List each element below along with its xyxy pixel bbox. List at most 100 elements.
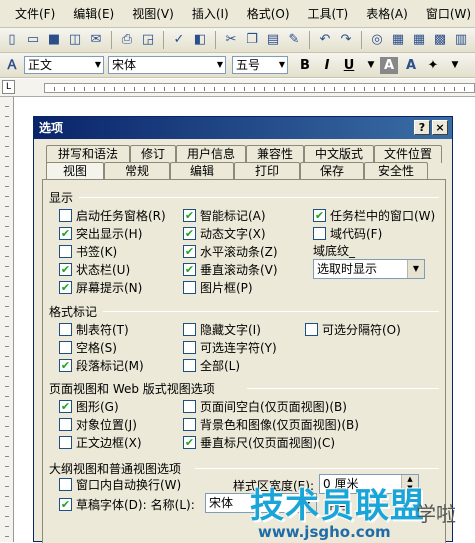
checkbox[interactable]: ✔ <box>183 209 196 222</box>
dialog-title-bar[interactable]: 选项 ? × <box>34 117 452 139</box>
checkbox[interactable] <box>183 418 196 431</box>
font-size-combo[interactable]: 五号 ▼ <box>232 56 288 74</box>
checkbox[interactable] <box>183 323 196 336</box>
checkbox[interactable] <box>305 323 318 336</box>
tab-view[interactable]: 视图 <box>46 162 104 180</box>
char-border-icon[interactable]: A <box>380 57 398 74</box>
menu-table[interactable]: 表格(A) <box>357 5 417 22</box>
option-tab-characters[interactable]: 制表符(T) <box>59 321 129 338</box>
option-text-boundaries[interactable]: 正文边框(X) <box>59 434 142 451</box>
chevron-down-icon[interactable]: ▼ <box>446 57 464 74</box>
help-button[interactable]: ? <box>414 120 430 135</box>
print-preview-icon[interactable]: ◲ <box>140 32 156 48</box>
menu-window[interactable]: 窗口(W) <box>417 5 475 22</box>
open-folder-icon[interactable]: ▭ <box>25 32 41 48</box>
checkbox[interactable]: ✔ <box>183 227 196 240</box>
checkbox[interactable] <box>59 245 72 258</box>
option-background-colors[interactable]: 背景色和图像(仅页面视图)(B) <box>183 416 359 433</box>
format-painter-icon[interactable]: ✎ <box>286 32 302 48</box>
option-spaces[interactable]: 空格(S) <box>59 339 117 356</box>
permission-icon[interactable]: ◫ <box>67 32 83 48</box>
option-all-marks[interactable]: 全部(L) <box>183 357 240 374</box>
tab-user-info[interactable]: 用户信息 <box>176 145 246 163</box>
option-windows-in-taskbar[interactable]: ✔ 任务栏中的窗口(W) <box>313 207 435 224</box>
option-optional-breaks[interactable]: 可选分隔符(O) <box>305 321 401 338</box>
redo-icon[interactable]: ↷ <box>338 32 354 48</box>
checkbox[interactable] <box>313 227 326 240</box>
checkbox[interactable]: ✔ <box>183 245 196 258</box>
tab-track-changes[interactable]: 修订 <box>130 145 176 163</box>
checkbox[interactable] <box>183 400 196 413</box>
option-drawings[interactable]: ✔ 图形(G) <box>59 398 119 415</box>
insert-excel-icon[interactable]: ▩ <box>432 32 448 48</box>
tab-security[interactable]: 安全性 <box>364 162 428 180</box>
option-status-bar[interactable]: ✔ 状态栏(U) <box>59 261 130 278</box>
checkbox[interactable]: ✔ <box>59 359 72 372</box>
option-hidden-text[interactable]: 隐藏文字(I) <box>183 321 261 338</box>
checkbox[interactable] <box>59 418 72 431</box>
insert-table-icon[interactable]: ▦ <box>411 32 427 48</box>
option-object-anchors[interactable]: 对象位置(J) <box>59 416 137 433</box>
menu-insert[interactable]: 插入(I) <box>183 5 238 22</box>
menu-tools[interactable]: 工具(T) <box>299 5 358 22</box>
tab-general[interactable]: 常规 <box>104 162 170 180</box>
checkbox[interactable] <box>183 341 196 354</box>
option-screentips[interactable]: ✔ 屏幕提示(N) <box>59 279 142 296</box>
checkbox[interactable]: ✔ <box>183 436 196 449</box>
option-vertical-scrollbar[interactable]: ✔ 垂直滚动条(V) <box>183 261 278 278</box>
tab-asian-typography[interactable]: 中文版式 <box>304 145 374 163</box>
option-startup-task-pane[interactable]: 启动任务窗格(R) <box>59 207 166 224</box>
option-draft-font[interactable]: ✔ 草稿字体(D): 名称(L): <box>59 496 195 513</box>
vertical-ruler[interactable] <box>0 97 14 542</box>
checkbox[interactable] <box>59 478 72 491</box>
print-icon[interactable]: ⎙ <box>119 32 135 48</box>
tab-compatibility[interactable]: 兼容性 <box>246 145 304 163</box>
checkbox[interactable] <box>59 341 72 354</box>
new-document-icon[interactable]: ▯ <box>4 32 20 48</box>
checkbox[interactable]: ✔ <box>59 498 72 511</box>
email-icon[interactable]: ✉ <box>88 32 104 48</box>
option-wrap-to-window[interactable]: 窗口内自动换行(W) <box>59 476 181 493</box>
checkbox[interactable]: ✔ <box>59 281 72 294</box>
checkbox[interactable]: ✔ <box>183 263 196 276</box>
char-shading-icon[interactable]: A <box>402 57 420 74</box>
tables-borders-icon[interactable]: ▦ <box>390 32 406 48</box>
option-optional-hyphens[interactable]: 可选连字符(Y) <box>183 339 277 356</box>
styles-pane-icon[interactable]: Ａ <box>3 57 21 74</box>
underline-button[interactable]: U <box>340 57 358 74</box>
menu-format[interactable]: 格式(O) <box>238 5 299 22</box>
menu-file[interactable]: 文件(F) <box>6 5 64 22</box>
menu-edit[interactable]: 编辑(E) <box>64 5 123 22</box>
option-paragraph-marks[interactable]: ✔ 段落标记(M) <box>59 357 144 374</box>
checkbox[interactable]: ✔ <box>59 263 72 276</box>
close-button[interactable]: × <box>432 120 448 135</box>
spelling-icon[interactable]: ✓ <box>171 32 187 48</box>
columns-icon[interactable]: ▥ <box>453 32 469 48</box>
checkbox[interactable] <box>59 323 72 336</box>
hyperlink-icon[interactable]: ◎ <box>369 32 385 48</box>
option-bookmarks[interactable]: 书签(K) <box>59 243 117 260</box>
option-horizontal-scrollbar[interactable]: ✔ 水平滚动条(Z) <box>183 243 278 260</box>
font-combo[interactable]: 宋体 ▼ <box>108 56 226 74</box>
paste-icon[interactable]: ▤ <box>265 32 281 48</box>
chevron-down-icon[interactable]: ▼ <box>407 260 424 278</box>
copy-icon[interactable]: ❐ <box>244 32 260 48</box>
undo-icon[interactable]: ↶ <box>317 32 333 48</box>
option-picture-placeholders[interactable]: 图片框(P) <box>183 279 253 296</box>
tab-save[interactable]: 保存 <box>300 162 364 180</box>
option-white-space-between-pages[interactable]: 页面间空白(仅页面视图)(B) <box>183 398 347 415</box>
checkbox[interactable] <box>183 359 196 372</box>
checkbox[interactable]: ✔ <box>59 227 72 240</box>
chevron-down-icon[interactable]: ▼ <box>362 57 380 74</box>
italic-button[interactable]: I <box>318 57 336 74</box>
horizontal-ruler[interactable]: L <box>0 79 475 97</box>
option-highlight[interactable]: ✔ 突出显示(H) <box>59 225 142 242</box>
checkbox[interactable] <box>59 436 72 449</box>
tab-file-locations[interactable]: 文件位置 <box>374 145 442 163</box>
checkbox[interactable] <box>183 281 196 294</box>
save-icon[interactable]: ■ <box>46 32 62 48</box>
cut-icon[interactable]: ✂ <box>223 32 239 48</box>
tab-print[interactable]: 打印 <box>234 162 300 180</box>
bold-button[interactable]: B <box>296 57 314 74</box>
option-vertical-ruler[interactable]: ✔ 垂直标尺(仅页面视图)(C) <box>183 434 335 451</box>
